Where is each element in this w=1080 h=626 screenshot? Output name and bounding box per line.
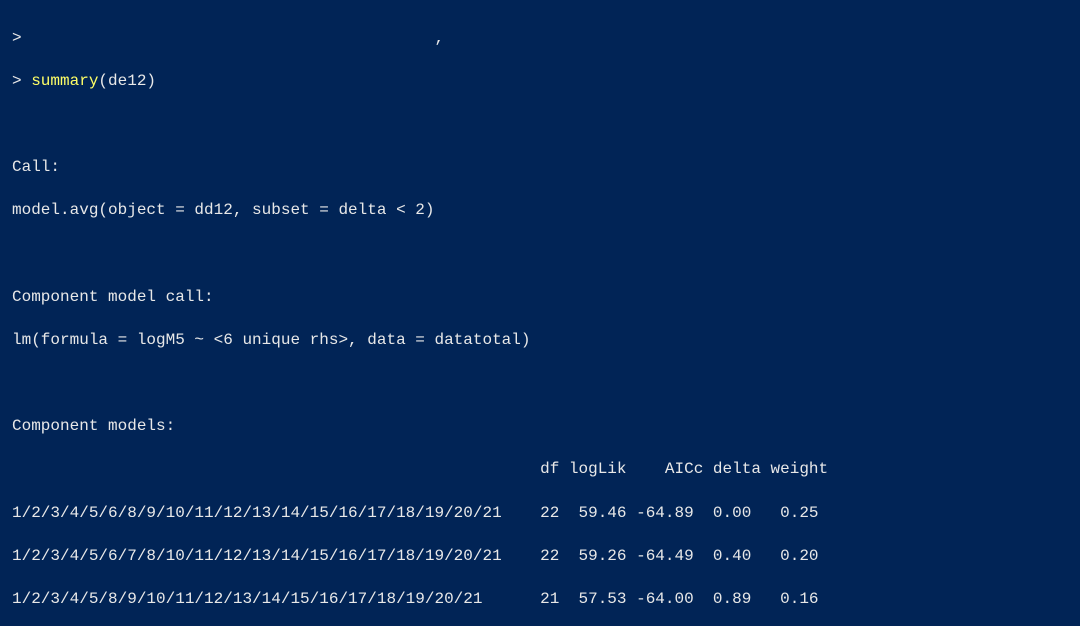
- call-label: Call:: [12, 157, 1068, 179]
- truncated-line: > ,: [12, 28, 1068, 50]
- prompt-line: > summary(de12): [12, 71, 1068, 93]
- models-header: df logLik AICc delta weight: [12, 459, 1068, 481]
- component-models-label: Component models:: [12, 416, 1068, 438]
- model-row: 1/2/3/4/5/6/8/9/10/11/12/13/14/15/16/17/…: [12, 503, 1068, 525]
- model-row: 1/2/3/4/5/6/7/8/10/11/12/13/14/15/16/17/…: [12, 546, 1068, 568]
- component-call-line: lm(formula = logM5 ~ <6 unique rhs>, dat…: [12, 330, 1068, 352]
- prompt-argument: (de12): [98, 72, 156, 90]
- console-output[interactable]: > , > summary(de12) Call: model.avg(obje…: [0, 0, 1080, 626]
- blank-line: [12, 114, 1068, 136]
- model-row: 1/2/3/4/5/8/9/10/11/12/13/14/15/16/17/18…: [12, 589, 1068, 611]
- blank-line: [12, 244, 1068, 266]
- blank-line: [12, 373, 1068, 395]
- call-line: model.avg(object = dd12, subset = delta …: [12, 200, 1068, 222]
- prompt-symbol: >: [12, 72, 31, 90]
- component-call-label: Component model call:: [12, 287, 1068, 309]
- function-name: summary: [31, 72, 98, 90]
